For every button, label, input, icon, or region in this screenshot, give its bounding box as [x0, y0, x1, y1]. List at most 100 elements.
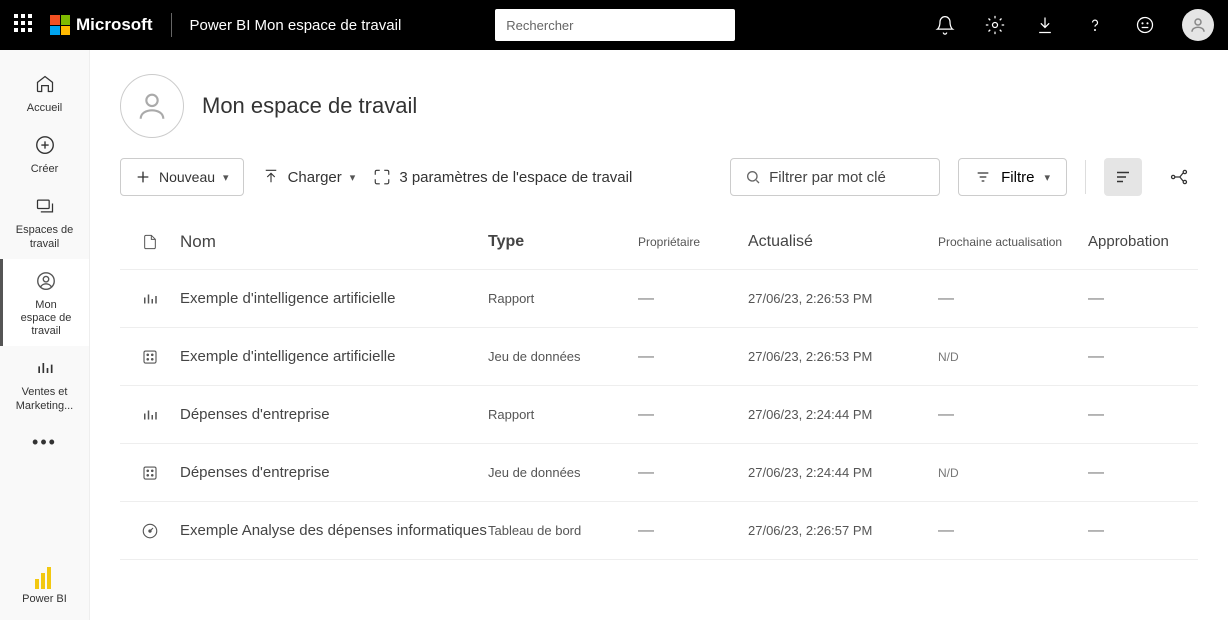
- workspace-settings-button[interactable]: 3 paramètres de l'espace de travail: [373, 168, 632, 186]
- app-launcher-icon[interactable]: [14, 14, 36, 36]
- item-endorse: —: [1088, 290, 1198, 308]
- item-refreshed: 27/06/23, 2:26:57 PM: [748, 523, 938, 538]
- dataset-icon: [120, 464, 180, 482]
- table-row[interactable]: Dépenses d'entreprise Jeu de données — 2…: [120, 444, 1198, 502]
- new-button[interactable]: Nouveau ▾: [120, 158, 244, 196]
- search-input[interactable]: Rechercher: [495, 9, 735, 41]
- microsoft-icon: [50, 15, 70, 35]
- item-owner: —: [638, 522, 748, 540]
- upload-button-label: Charger: [288, 169, 342, 186]
- col-name[interactable]: Nom: [180, 232, 488, 252]
- breadcrumb[interactable]: Power BI Mon espace de travail: [190, 17, 402, 34]
- item-next: —: [938, 290, 1088, 308]
- col-type[interactable]: Type: [488, 233, 638, 251]
- item-refreshed: 27/06/23, 2:26:53 PM: [748, 291, 938, 306]
- item-owner: —: [638, 406, 748, 424]
- nav-powerbi[interactable]: Power BI: [22, 567, 67, 620]
- col-refreshed[interactable]: Actualisé: [748, 233, 938, 251]
- item-type: Tableau de bord: [488, 523, 638, 538]
- item-next: N/D: [938, 466, 1088, 480]
- person-circle-icon: [32, 267, 60, 295]
- report-icon: [120, 290, 180, 308]
- col-owner[interactable]: Propriétaire: [638, 235, 748, 249]
- microsoft-logo: Microsoft: [50, 15, 153, 35]
- divider: [1085, 160, 1086, 194]
- col-endorse[interactable]: Approbation: [1088, 233, 1198, 250]
- item-refreshed: 27/06/23, 2:24:44 PM: [748, 407, 938, 422]
- table-header: Nom Type Propriétaire Actualisé Prochain…: [120, 214, 1198, 270]
- upload-button[interactable]: Charger ▾: [262, 168, 356, 186]
- table-row[interactable]: Exemple d'intelligence artificielle Jeu …: [120, 328, 1198, 386]
- table-row[interactable]: Dépenses d'entreprise Rapport — 27/06/23…: [120, 386, 1198, 444]
- workspaces-icon: [31, 192, 59, 220]
- nav-home-label: Accueil: [27, 102, 62, 115]
- dataset-icon: [120, 348, 180, 366]
- feedback-icon[interactable]: [1134, 14, 1156, 36]
- column-icon: [120, 233, 180, 251]
- page-title: Mon espace de travail: [202, 93, 417, 119]
- table-row[interactable]: Exemple d'intelligence artificielle Rapp…: [120, 270, 1198, 328]
- workspace-avatar-icon: [120, 74, 184, 138]
- item-owner: —: [638, 348, 748, 366]
- new-button-label: Nouveau: [159, 169, 215, 185]
- workspace-toolbar: Nouveau ▾ Charger ▾ 3 paramètres de l'es…: [90, 148, 1228, 214]
- header-actions: [934, 14, 1156, 36]
- ellipsis-icon: •••: [31, 429, 59, 457]
- settings-label: 3 paramètres de l'espace de travail: [399, 169, 632, 186]
- item-endorse: —: [1088, 348, 1198, 366]
- lineage-view-button[interactable]: [1160, 158, 1198, 196]
- nav-my-workspace-label: Monespace de travail: [7, 299, 85, 339]
- item-owner: —: [638, 464, 748, 482]
- chevron-down-icon: ▾: [223, 171, 229, 184]
- item-endorse: —: [1088, 464, 1198, 482]
- item-endorse: —: [1088, 522, 1198, 540]
- nav-create-label: Créer: [31, 163, 59, 176]
- nav-sales-marketing[interactable]: Ventes etMarketing...: [0, 346, 89, 420]
- nav-home[interactable]: Accueil: [0, 62, 89, 123]
- nav-my-workspace[interactable]: Monespace de travail: [0, 259, 89, 347]
- item-refreshed: 27/06/23, 2:24:44 PM: [748, 465, 938, 480]
- bars-icon: [31, 354, 59, 382]
- search-placeholder: Rechercher: [506, 18, 573, 33]
- filter-placeholder: Filtrer par mot clé: [769, 169, 886, 186]
- nav-workspaces-label: Espaces de travail: [4, 224, 85, 250]
- help-icon[interactable]: [1084, 14, 1106, 36]
- filter-button[interactable]: Filtre ▾: [958, 158, 1067, 196]
- item-name: Dépenses d'entreprise: [180, 406, 488, 423]
- divider: [171, 13, 172, 37]
- item-name: Dépenses d'entreprise: [180, 464, 488, 481]
- item-next: —: [938, 522, 1088, 540]
- item-type: Rapport: [488, 407, 638, 422]
- left-nav-rail: Accueil Créer Espaces de travail Monespa…: [0, 50, 90, 620]
- report-icon: [120, 406, 180, 424]
- settings-icon[interactable]: [984, 14, 1006, 36]
- list-view-button[interactable]: [1104, 158, 1142, 196]
- item-owner: —: [638, 290, 748, 308]
- user-avatar[interactable]: [1182, 9, 1214, 41]
- download-icon[interactable]: [1034, 14, 1056, 36]
- chevron-down-icon: ▾: [350, 171, 356, 184]
- item-name: Exemple Analyse des dépenses informatiqu…: [180, 522, 488, 539]
- powerbi-icon: [35, 567, 53, 589]
- table-row[interactable]: Exemple Analyse des dépenses informatiqu…: [120, 502, 1198, 560]
- global-header: Microsoft Power BI Mon espace de travail…: [0, 0, 1228, 50]
- content-area: Mon espace de travail Nouveau ▾ Charger …: [90, 50, 1228, 620]
- nav-sales-label: Ventes etMarketing...: [16, 386, 73, 412]
- plus-circle-icon: [31, 131, 59, 159]
- item-refreshed: 27/06/23, 2:26:53 PM: [748, 349, 938, 364]
- notifications-icon[interactable]: [934, 14, 956, 36]
- item-type: Jeu de données: [488, 349, 638, 364]
- item-endorse: —: [1088, 406, 1198, 424]
- dashboard-icon: [120, 522, 180, 540]
- nav-create[interactable]: Créer: [0, 123, 89, 184]
- filter-keyword-input[interactable]: Filtrer par mot clé: [730, 158, 940, 196]
- content-table: Nom Type Propriétaire Actualisé Prochain…: [90, 214, 1228, 560]
- item-name: Exemple d'intelligence artificielle: [180, 348, 488, 365]
- item-next: —: [938, 406, 1088, 424]
- workspace-header: Mon espace de travail: [90, 50, 1228, 148]
- item-type: Jeu de données: [488, 465, 638, 480]
- col-next[interactable]: Prochaine actualisation: [938, 235, 1088, 249]
- nav-more[interactable]: •••: [0, 421, 89, 465]
- brand-text: Microsoft: [76, 15, 153, 35]
- nav-workspaces[interactable]: Espaces de travail: [0, 184, 89, 258]
